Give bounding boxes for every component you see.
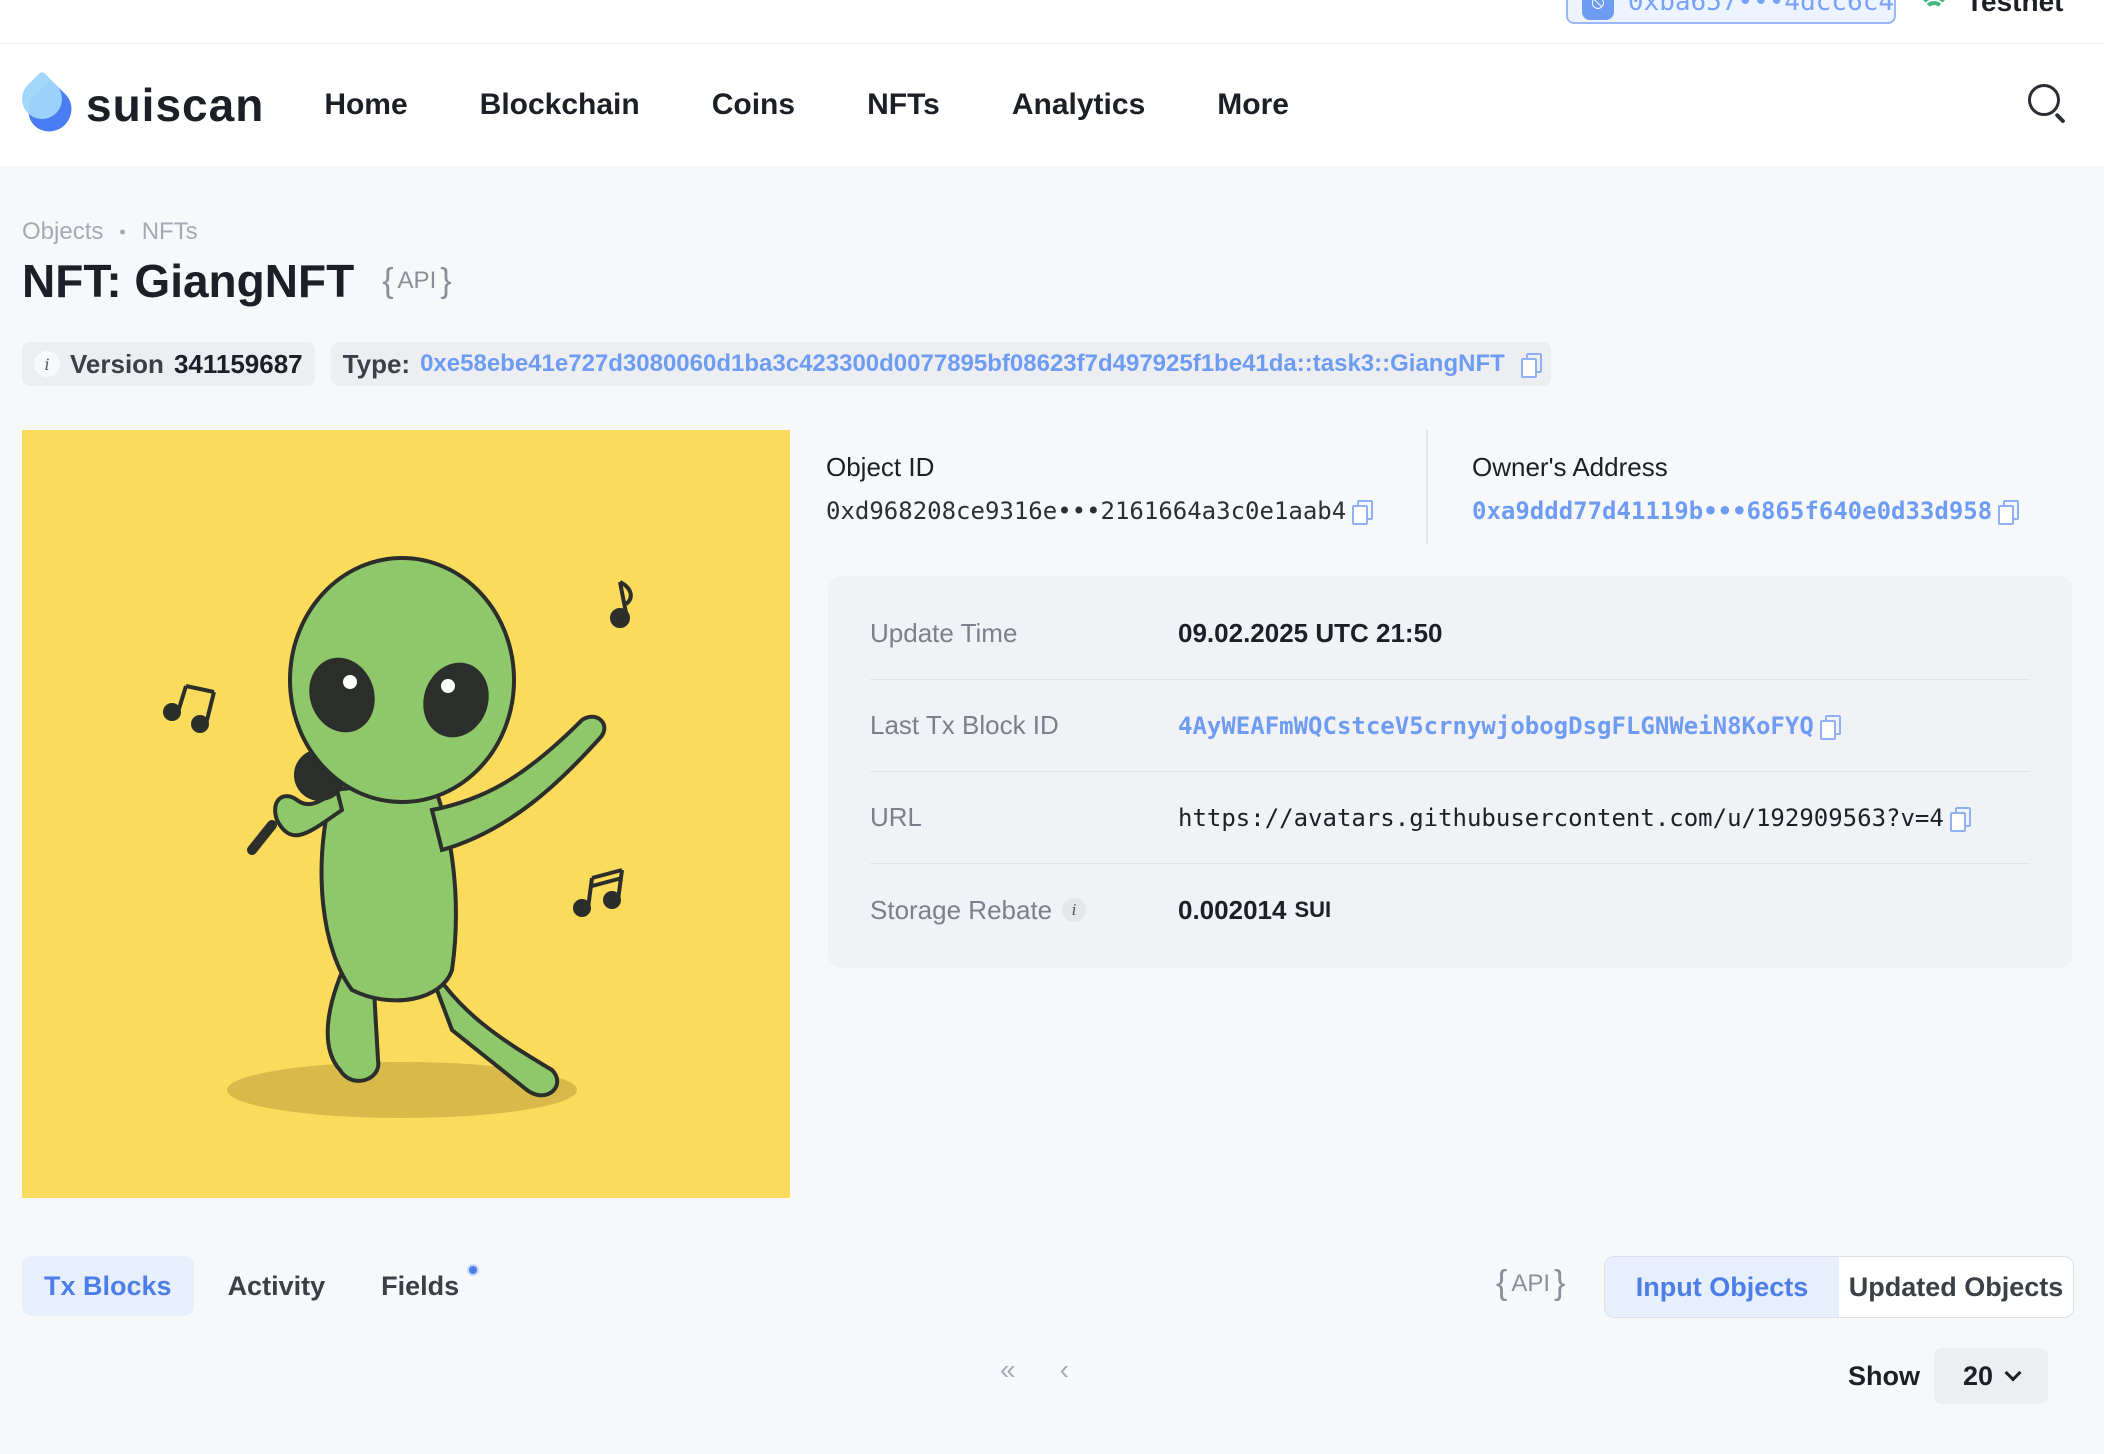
first-page-icon[interactable]: « (1000, 1354, 1016, 1386)
api-link[interactable]: {API} (382, 262, 451, 301)
update-time-label: Update Time (870, 618, 1018, 648)
account-button[interactable]: ⦸ 0xba657•••4dcc6c4 (1566, 0, 1896, 24)
copy-icon[interactable] (1520, 353, 1542, 378)
nav-blockchain[interactable]: Blockchain (480, 88, 640, 122)
object-tabs: Tx Blocks Activity Fields (22, 1256, 481, 1316)
breadcrumb-objects[interactable]: Objects (22, 218, 103, 246)
detail-row-update-time: Update Time 09.02.2025 UTC 21:50 (870, 576, 2030, 680)
detail-row-url: URL https://avatars.githubusercontent.co… (870, 772, 2030, 864)
object-id-block: Object ID 0xd968208ce9316e•••2161664a3c0… (826, 452, 1374, 525)
page-size-select[interactable]: 20 (1934, 1348, 2048, 1404)
api-label: API (397, 267, 437, 294)
nav-nfts[interactable]: NFTs (867, 88, 940, 122)
signal-icon (1916, 0, 1952, 17)
storage-rebate-unit: SUI (1294, 897, 1332, 922)
type-label: Type: (342, 348, 411, 379)
page-size-value: 20 (1962, 1360, 1994, 1391)
wallet-icon: ⦸ (1582, 0, 1614, 20)
nav-analytics[interactable]: Analytics (1012, 88, 1145, 122)
object-id-label: Object ID (826, 452, 935, 482)
owner-block: Owner's Address 0xa9ddd77d41119b•••6865f… (1472, 452, 2020, 525)
storage-rebate-amount: 0.002014 (1178, 894, 1287, 925)
nav-home[interactable]: Home (324, 88, 407, 122)
breadcrumb-separator: • (119, 221, 126, 242)
detail-row-last-tx: Last Tx Block ID 4AyWEAFmWQCstceV5crnywj… (870, 680, 2030, 772)
version-label: Version (70, 348, 164, 379)
storage-rebate-label: Storage Rebate (870, 894, 1053, 925)
network-selector[interactable]: Testnet (1916, 0, 2064, 18)
pagination: « ‹ (1000, 1354, 1069, 1386)
page-title: NFT: GiangNFT (22, 255, 355, 307)
top-strip: ⦸ 0xba657•••4dcc6c4 Testnet (0, 0, 2104, 44)
main-header: suiscan Home Blockchain Coins NFTs Analy… (0, 44, 2104, 166)
object-id-text: 0xd968208ce9316e•••2161664a3c0e1aab4 (826, 497, 1347, 525)
title-row: NFT: GiangNFT {API} (22, 254, 452, 308)
storage-rebate-value: 0.002014 SUI (1178, 895, 1331, 926)
chevron-down-icon (2004, 1364, 2022, 1382)
update-time-value: 09.02.2025 UTC 21:50 (1178, 618, 1443, 648)
alien-singer-illustration (163, 556, 633, 1118)
info-icon[interactable]: i (1062, 898, 1087, 922)
object-meta-chips: i Version 341159687 Type: 0xe58ebe41e727… (22, 342, 1551, 386)
breadcrumb-nfts[interactable]: NFTs (142, 218, 198, 246)
object-id-value: 0xd968208ce9316e•••2161664a3c0e1aab4 (826, 497, 1374, 525)
breadcrumb: Objects • NFTs (22, 218, 198, 246)
owner-address-link[interactable]: 0xa9ddd77d41119b•••6865f640e0d33d958 (1472, 497, 1992, 525)
tab-fields[interactable]: Fields (359, 1256, 481, 1316)
tab-activity[interactable]: Activity (206, 1256, 348, 1316)
api-link-bottom[interactable]: {API} (1496, 1264, 1565, 1303)
page-size-control: Show 20 (1848, 1348, 2048, 1404)
nft-image (22, 430, 790, 1198)
show-label: Show (1848, 1360, 1920, 1391)
detail-row-storage-rebate: Storage Rebate i 0.002014 SUI (870, 864, 2030, 956)
copy-icon[interactable] (1819, 714, 1841, 740)
storage-rebate-label-wrap: Storage Rebate i (870, 895, 1178, 926)
segment-input-objects[interactable]: Input Objects (1605, 1257, 1839, 1317)
prev-page-icon[interactable]: ‹ (1060, 1354, 1069, 1386)
last-tx-value: 4AyWEAFmWQCstceV5crnywjobogDsgFLGNWeiN8K… (1178, 712, 1841, 740)
type-link[interactable]: 0xe58ebe41e727d3080060d1ba3c423300d00778… (420, 350, 1505, 378)
url-text: https://avatars.githubusercontent.com/u/… (1178, 803, 1944, 832)
type-chip: Type: 0xe58ebe41e727d3080060d1ba3c423300… (330, 342, 1551, 386)
owner-label: Owner's Address (1472, 452, 1668, 482)
tab-tx-blocks[interactable]: Tx Blocks (22, 1256, 194, 1316)
details-card: Update Time 09.02.2025 UTC 21:50 Last Tx… (828, 576, 2072, 968)
network-label: Testnet (1966, 0, 2064, 17)
copy-icon[interactable] (1352, 500, 1374, 525)
new-dot-badge (467, 1264, 480, 1276)
last-tx-label: Last Tx Block ID (870, 710, 1059, 740)
search-icon[interactable] (2026, 82, 2070, 126)
copy-icon[interactable] (1949, 806, 1971, 832)
url-value: https://avatars.githubusercontent.com/u/… (1178, 803, 1971, 832)
version-value: 341159687 (173, 348, 303, 379)
segment-updated-objects[interactable]: Updated Objects (1839, 1257, 2073, 1317)
url-label: URL (870, 802, 923, 832)
suiscan-logo[interactable]: suiscan (13, 70, 265, 141)
drop-logo-icon (13, 70, 81, 141)
info-icon[interactable]: i (34, 351, 60, 377)
main-nav: Home Blockchain Coins NFTs Analytics Mor… (324, 88, 1361, 122)
objects-segment-control: Input Objects Updated Objects (1604, 1256, 2074, 1318)
api-bottom-label: API (1511, 1269, 1551, 1297)
nav-coins[interactable]: Coins (712, 88, 795, 122)
copy-icon[interactable] (1998, 500, 2020, 525)
owner-value: 0xa9ddd77d41119b•••6865f640e0d33d958 (1472, 497, 2020, 525)
version-chip: i Version 341159687 (22, 342, 315, 386)
account-address: 0xba657•••4dcc6c4 (1627, 0, 1894, 17)
divider (1426, 430, 1428, 544)
nav-more[interactable]: More (1217, 88, 1289, 122)
last-tx-link[interactable]: 4AyWEAFmWQCstceV5crnywjobogDsgFLGNWeiN8K… (1178, 712, 1814, 740)
logo-text: suiscan (86, 79, 265, 131)
tab-fields-label: Fields (381, 1270, 460, 1301)
